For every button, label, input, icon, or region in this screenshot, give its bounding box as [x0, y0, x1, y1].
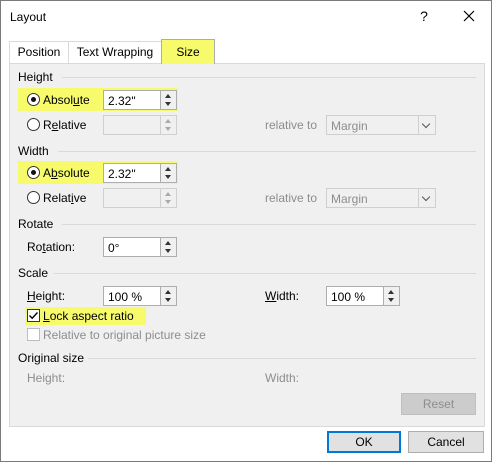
size-panel: Height Absolute 2.32" Relative relative …: [9, 63, 485, 427]
tab-text-wrapping[interactable]: Text Wrapping: [68, 41, 162, 63]
tab-position[interactable]: Position: [9, 41, 69, 63]
relative-original-size-checkbox[interactable]: [27, 328, 40, 341]
scale-width-input[interactable]: 100 %: [326, 286, 400, 306]
width-relative-to-label: relative to: [265, 191, 318, 205]
spin-arrows[interactable]: [160, 116, 176, 134]
height-absolute-label: Absolute: [43, 93, 90, 107]
relative-original-size-label: Relative to original picture size: [43, 328, 206, 342]
reset-button[interactable]: Reset: [401, 393, 476, 415]
width-relative-input[interactable]: [103, 188, 177, 208]
spin-arrows[interactable]: [160, 91, 176, 109]
divider: [88, 358, 476, 359]
close-button[interactable]: [457, 4, 481, 28]
original-width-label: Width:: [265, 371, 300, 385]
rotate-section-title: Rotate: [18, 217, 54, 231]
spin-arrows[interactable]: [160, 189, 176, 207]
layout-dialog: Layout ? Position Text Wrapping Size Hei…: [0, 0, 492, 462]
rotation-label: Rotation:: [27, 240, 76, 254]
divider: [62, 224, 476, 225]
cancel-button[interactable]: Cancel: [408, 431, 484, 453]
height-absolute-input[interactable]: 2.32": [103, 90, 177, 110]
height-relative-radio[interactable]: [27, 118, 40, 131]
chevron-down-icon: [418, 189, 435, 207]
spin-arrows[interactable]: [383, 287, 399, 305]
divider: [54, 273, 476, 274]
height-relative-to-select[interactable]: Margin: [326, 115, 436, 135]
scale-height-input[interactable]: 100 %: [103, 286, 177, 306]
help-button[interactable]: ?: [415, 8, 433, 24]
divider: [62, 77, 476, 78]
height-relative-label: Relative: [43, 118, 87, 132]
width-absolute-label: Absolute: [43, 166, 90, 180]
title-bar: Layout ?: [1, 1, 491, 33]
original-height-label: Height:: [27, 371, 66, 385]
width-relative-to-select[interactable]: Margin: [326, 188, 436, 208]
ok-button[interactable]: OK: [327, 431, 401, 453]
dialog-title: Layout: [10, 10, 47, 24]
width-relative-radio[interactable]: [27, 191, 40, 204]
original-size-title: Original size: [18, 351, 85, 365]
width-section-title: Width: [18, 144, 49, 158]
chevron-down-icon: [418, 116, 435, 134]
spin-arrows[interactable]: [160, 287, 176, 305]
width-relative-label: Relative: [43, 191, 87, 205]
height-absolute-radio[interactable]: [27, 93, 40, 106]
lock-aspect-ratio-label: Lock aspect ratio: [43, 309, 134, 323]
width-absolute-input[interactable]: 2.32": [103, 163, 177, 183]
spin-arrows[interactable]: [160, 238, 176, 256]
height-section-title: Height: [18, 70, 53, 84]
lock-aspect-ratio-checkbox[interactable]: [27, 309, 40, 322]
tab-size[interactable]: Size: [161, 39, 215, 64]
scale-width-label: Width:: [265, 289, 300, 303]
spin-arrows[interactable]: [160, 164, 176, 182]
scale-section-title: Scale: [18, 266, 49, 280]
height-relative-input[interactable]: [103, 115, 177, 135]
close-icon: [463, 10, 475, 22]
rotation-input[interactable]: 0°: [103, 237, 177, 257]
scale-height-label: Height:: [27, 289, 66, 303]
height-relative-to-label: relative to: [265, 118, 318, 132]
divider: [58, 151, 476, 152]
checkmark-icon: [29, 312, 39, 320]
width-absolute-radio[interactable]: [27, 166, 40, 179]
